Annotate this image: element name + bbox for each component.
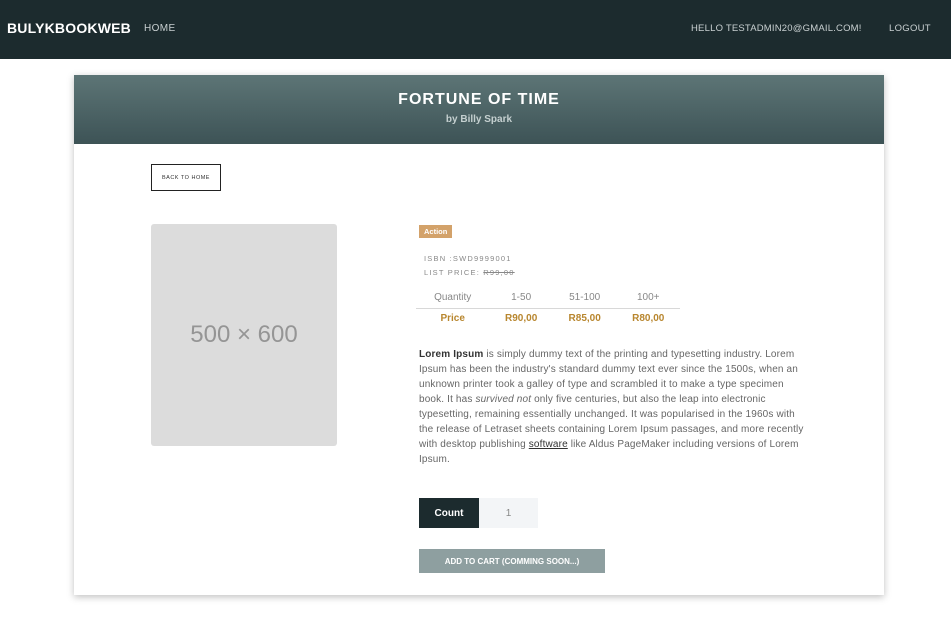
description-link[interactable]: software (529, 439, 568, 450)
list-price: LIST PRICE: R99,00 (424, 268, 515, 277)
tier-range: 1-50 (489, 288, 553, 309)
price-header: Price (440, 312, 465, 324)
book-cover-image: 500 × 600 (151, 224, 337, 446)
tier-range: 51-100 (552, 288, 617, 309)
brand-link[interactable]: BULYKBOOKWEB (7, 20, 131, 36)
count-label: Count (419, 498, 479, 528)
add-to-cart-button[interactable]: ADD TO CART (COMMING SOON...) (419, 549, 605, 573)
book-author: by Billy Spark (445, 114, 513, 125)
logout-link[interactable]: LOGOUT (889, 23, 931, 34)
isbn: ISBN :SWD9999001 (424, 254, 512, 263)
book-description: Lorem Ipsum is simply dummy text of the … (419, 347, 804, 467)
tier-price: R85,00 (568, 312, 601, 324)
list-price-label: LIST PRICE: (424, 268, 484, 277)
quantity-header: Quantity (416, 288, 490, 309)
count-input[interactable] (479, 498, 538, 528)
user-greeting[interactable]: HELLO TESTADMIN20@GMAIL.COM! (691, 23, 862, 34)
list-price-value: R99,00 (483, 268, 515, 277)
description-italic: survived not (475, 394, 532, 405)
price-tier-table: Quantity 1-50 51-100 100+ Price R90,00 R… (416, 288, 680, 328)
card-header: FORTUNE OF TIME by Billy Spark (74, 75, 884, 144)
book-details-card: FORTUNE OF TIME by Billy Spark BACK TO H… (74, 75, 884, 595)
isbn-label: ISBN : (424, 254, 453, 263)
description-lead: Lorem Ipsum (419, 349, 484, 360)
isbn-value: SWD9999001 (452, 254, 512, 263)
price-row: Price R90,00 R85,00 R80,00 (416, 308, 680, 328)
navbar: BULYKBOOKWEB HOME HELLO TESTADMIN20@GMAI… (0, 0, 951, 59)
tier-price: R80,00 (632, 312, 665, 324)
back-to-home-button[interactable]: BACK TO HOME (151, 164, 221, 191)
nav-home-link[interactable]: HOME (144, 23, 176, 34)
quantity-row: Quantity 1-50 51-100 100+ (416, 288, 680, 309)
category-badge: Action (419, 225, 453, 238)
image-placeholder-text: 500 × 600 (190, 321, 298, 348)
book-title: FORTUNE OF TIME (398, 91, 560, 108)
tier-range: 100+ (616, 288, 680, 309)
tier-price: R90,00 (505, 312, 538, 324)
